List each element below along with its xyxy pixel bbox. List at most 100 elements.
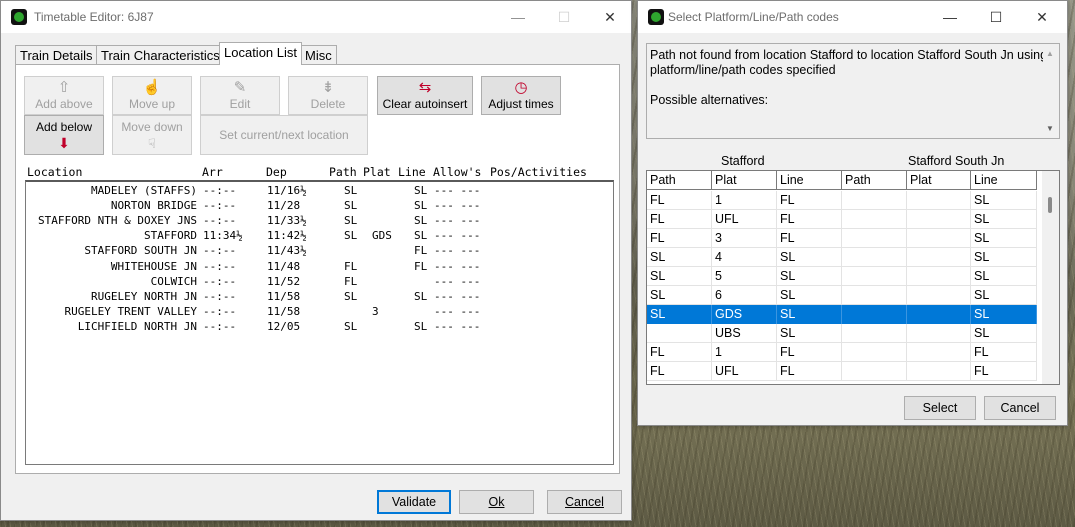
- cell-path-from: SL: [647, 286, 712, 305]
- set-current-location-button[interactable]: Set current/next location: [200, 115, 368, 155]
- minimize-button[interactable]: —: [927, 1, 973, 33]
- cell-path-to: [842, 305, 907, 324]
- col-plat: Plat: [363, 165, 391, 179]
- cell-arr: --:--: [203, 199, 237, 213]
- cell-arr: --:--: [203, 274, 237, 288]
- cell-path-from: [647, 324, 712, 343]
- cell-path-from: FL: [647, 343, 712, 362]
- alternative-row[interactable]: FL 1 FL FL: [647, 343, 1037, 362]
- scroll-down-icon[interactable]: ▼: [1046, 121, 1054, 136]
- cell-dep: 11/28: [267, 199, 301, 213]
- cell-arr: --:--: [203, 244, 237, 258]
- cell-path: SL: [344, 199, 358, 213]
- location-row[interactable]: RUGELEY NORTH JN --:-- 11/58 SL SL --- ---: [26, 289, 611, 304]
- location-name: MADELEY (STAFFS): [91, 184, 197, 197]
- clear-autoinsert-button[interactable]: ⇆ Clear autoinsert: [377, 76, 473, 115]
- selector-titlebar[interactable]: Select Platform/Line/Path codes — ☐ ✕: [638, 1, 1067, 33]
- cell-arr: --:--: [203, 184, 237, 197]
- alternative-row[interactable]: FL UFL FL FL: [647, 362, 1037, 381]
- cell-plat-from: 4: [712, 248, 777, 267]
- location-row[interactable]: LICHFIELD NORTH JN --:-- 12/05 SL SL --- ---: [26, 319, 611, 334]
- location-row[interactable]: MADELEY (STAFFS) --:-- 11/16½ SL SL --- ---: [26, 183, 611, 198]
- alternative-row[interactable]: SL 4 SL SL: [647, 248, 1037, 267]
- cell-allows: --- ---: [434, 259, 481, 273]
- col-allows: Allow's: [433, 165, 482, 179]
- arrow-up-icon: ⇧: [57, 79, 71, 96]
- close-button[interactable]: ✕: [1019, 1, 1065, 33]
- move-down-button[interactable]: Move down ☟: [112, 115, 192, 155]
- message-line-2: platform/line/path codes specified: [650, 63, 836, 77]
- location-name: WHITEHOUSE JN: [110, 259, 197, 273]
- cell-path-to: [842, 343, 907, 362]
- cancel-button[interactable]: Cancel: [547, 490, 622, 514]
- alternative-row[interactable]: UBS SL SL: [647, 324, 1037, 343]
- alternative-row[interactable]: SL GDS SL SL: [647, 305, 1037, 324]
- message-line-1: Path not found from location Stafford to…: [650, 48, 1048, 62]
- cell-plat-to: [907, 305, 971, 324]
- add-below-button[interactable]: Add below ⬇: [24, 115, 104, 155]
- close-button[interactable]: ✕: [587, 1, 633, 33]
- edit-button[interactable]: ✎ Edit: [200, 76, 280, 115]
- cell-plat-from: 1: [712, 191, 777, 210]
- col-location: Location: [27, 165, 83, 179]
- location-list[interactable]: MADELEY (STAFFS) --:-- 11/16½ SL SL --- --- NO…: [25, 180, 614, 465]
- alternative-row[interactable]: FL UFL FL SL: [647, 210, 1037, 229]
- cell-path-from: FL: [647, 229, 712, 248]
- select-codes-window: Select Platform/Line/Path codes — ☐ ✕ Pa…: [637, 0, 1068, 426]
- message-scrollbar[interactable]: ▲ ▼: [1043, 44, 1059, 138]
- location-row[interactable]: RUGELEY TRENT VALLEY --:-- 11/58 3 --- ---: [26, 304, 611, 319]
- cell-allows: --- ---: [434, 244, 481, 258]
- cell-plat-to: [907, 343, 971, 362]
- location-row[interactable]: NORTON BRIDGE --:-- 11/28 SL SL --- ---: [26, 198, 611, 213]
- message-line-3: Possible alternatives:: [650, 93, 769, 107]
- cell-line-from: SL: [777, 305, 842, 324]
- cell-path-from: SL: [647, 305, 712, 324]
- cell-dep: 11/52: [267, 274, 301, 288]
- maximize-button[interactable]: ☐: [541, 1, 587, 33]
- clock-icon: ◷: [514, 79, 528, 96]
- editor-title: Timetable Editor: 6J87: [34, 10, 154, 24]
- cell-arr: --:--: [203, 214, 237, 228]
- tab-train-details[interactable]: Train Details: [15, 45, 98, 65]
- location-row[interactable]: WHITEHOUSE JN --:-- 11/48 FL FL --- ---: [26, 259, 611, 274]
- cell-plat: GDS: [372, 229, 392, 243]
- tab-misc[interactable]: Misc: [300, 45, 337, 65]
- selector-cancel-button[interactable]: Cancel: [984, 396, 1056, 420]
- location-row[interactable]: STAFFORD 11:34½ 11:42½ SL GDS SL --- ---: [26, 228, 611, 243]
- col-plat-to: Plat: [907, 171, 971, 190]
- cell-arr: 11:34½: [203, 229, 243, 243]
- move-up-button[interactable]: ☝ Move up: [112, 76, 192, 115]
- cell-path-to: [842, 267, 907, 286]
- cell-path-to: [842, 286, 907, 305]
- scroll-thumb[interactable]: [1048, 197, 1052, 213]
- alternative-row[interactable]: FL 3 FL SL: [647, 229, 1037, 248]
- editor-titlebar[interactable]: Timetable Editor: 6J87 — ☐ ✕: [1, 1, 631, 33]
- add-above-button[interactable]: ⇧ Add above: [24, 76, 104, 115]
- alternative-row[interactable]: SL 5 SL SL: [647, 267, 1037, 286]
- location-row[interactable]: COLWICH --:-- 11/52 FL --- ---: [26, 274, 611, 289]
- alternatives-scrollbar[interactable]: [1042, 171, 1059, 384]
- group-header-to: Stafford South Jn: [908, 154, 1005, 168]
- cell-line-from: FL: [777, 343, 842, 362]
- alternative-row[interactable]: SL 6 SL SL: [647, 286, 1037, 305]
- cell-allows: --- ---: [434, 274, 481, 288]
- app-icon: [648, 9, 664, 25]
- scroll-up-icon[interactable]: ▲: [1046, 46, 1054, 61]
- alternative-row[interactable]: FL 1 FL SL: [647, 191, 1037, 210]
- tab-location-list[interactable]: Location List: [219, 42, 302, 65]
- validate-button[interactable]: Validate: [377, 490, 451, 514]
- cell-line-from: SL: [777, 267, 842, 286]
- ok-button[interactable]: Ok: [459, 490, 534, 514]
- adjust-times-button[interactable]: ◷ Adjust times: [481, 76, 561, 115]
- col-line: Line: [398, 165, 426, 179]
- alternatives-table[interactable]: Path Plat Line Path Plat Line FL 1 FL SL FL U…: [646, 170, 1060, 385]
- minimize-button[interactable]: —: [495, 1, 541, 33]
- tab-train-characteristics[interactable]: Train Characteristics: [96, 45, 225, 65]
- location-row[interactable]: STAFFORD NTH & DOXEY JNS --:-- 11/33½ SL SL -…: [26, 213, 611, 228]
- delete-button[interactable]: ⇟ Delete: [288, 76, 368, 115]
- maximize-button[interactable]: ☐: [973, 1, 1019, 33]
- col-line-from: Line: [777, 171, 842, 190]
- select-button[interactable]: Select: [904, 396, 976, 420]
- location-row[interactable]: STAFFORD SOUTH JN --:-- 11/43½ FL --- ---: [26, 243, 611, 258]
- cell-path: FL: [344, 259, 358, 273]
